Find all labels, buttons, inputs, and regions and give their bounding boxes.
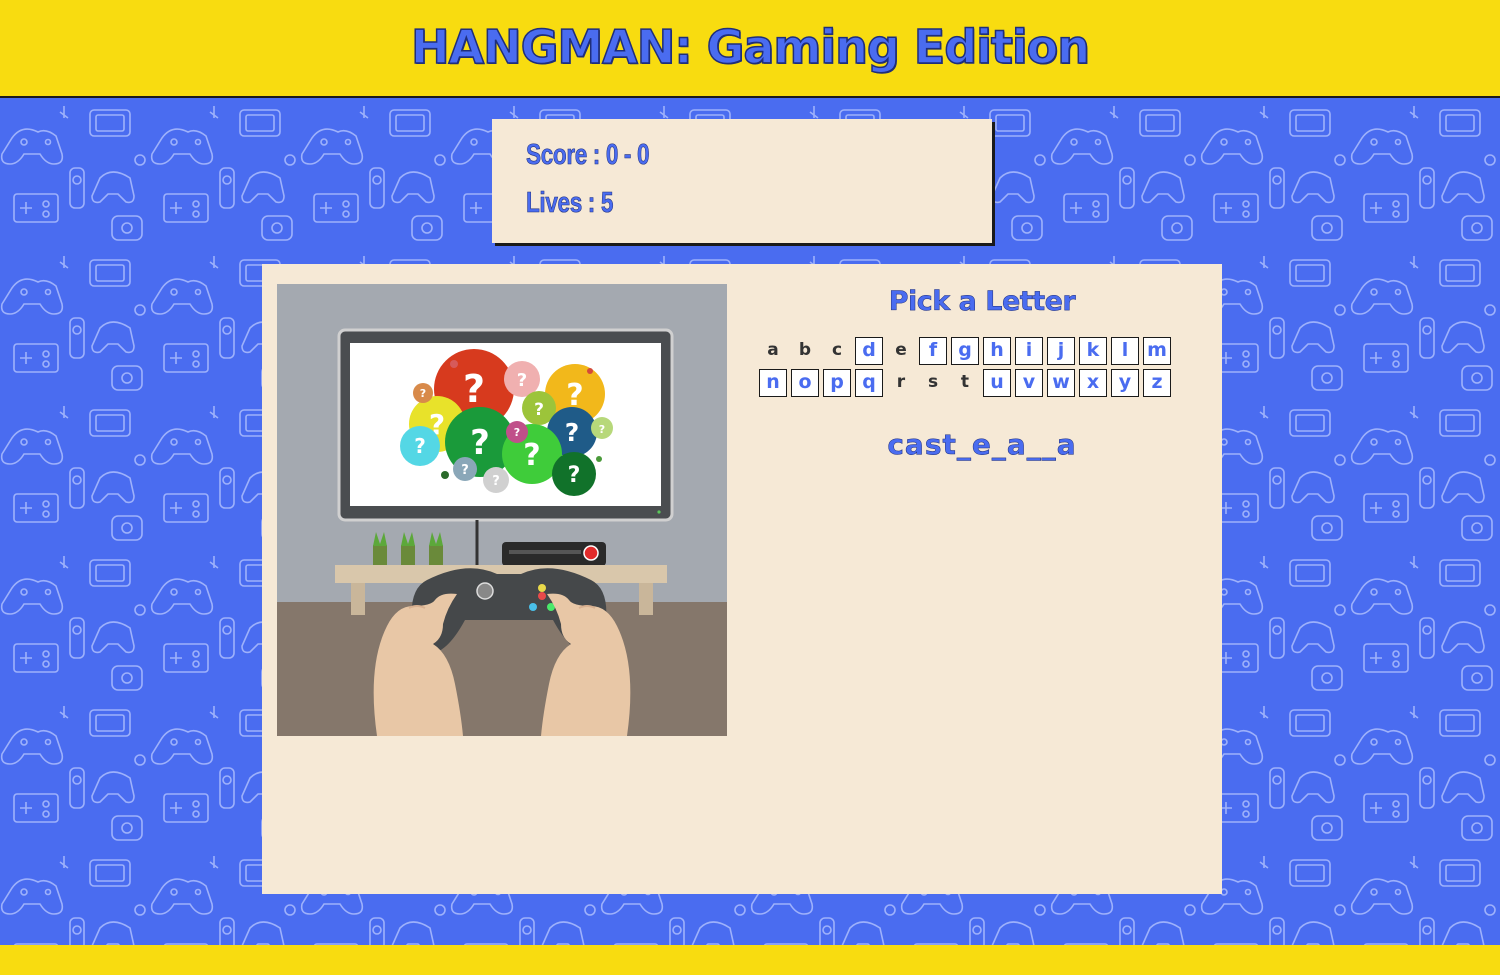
svg-text:?: ?	[514, 426, 520, 439]
page-title: HANGMAN: Gaming Edition	[410, 19, 1091, 75]
svg-text:?: ?	[534, 400, 544, 420]
score-panel: Score : 0 - 0 Lives : 5	[492, 119, 992, 243]
svg-text:?: ?	[420, 387, 426, 400]
svg-text:?: ?	[492, 474, 500, 489]
letter-button-s: s	[927, 372, 939, 392]
letter-button-o[interactable]: o	[791, 369, 819, 397]
game-panel: ? ? ? ? ? ? ? ? ? ? ? ? ? ? ? Pick a Let…	[262, 264, 1222, 894]
letter-button-v[interactable]: v	[1015, 369, 1043, 397]
letter-button-h[interactable]: h	[983, 337, 1011, 365]
letter-row-2: nopqr s tuvwxyz	[759, 369, 1175, 401]
svg-text:?: ?	[414, 434, 426, 458]
letter-button-t: t	[960, 372, 970, 392]
letter-button-u[interactable]: u	[983, 369, 1011, 397]
gamer-tv-illustration: ? ? ? ? ? ? ? ? ? ? ? ? ? ? ?	[277, 284, 727, 736]
svg-text:?: ?	[565, 418, 580, 447]
letter-button-r: r	[896, 372, 906, 392]
letter-picker: abcdefghijklm nopqr s tuvwxyz	[759, 337, 1175, 401]
hidden-word: cast_e_a__a	[887, 428, 1077, 462]
letter-row-1: abcdefghijklm	[759, 337, 1175, 369]
svg-text:?: ?	[523, 438, 540, 473]
letter-button-c: c	[831, 340, 843, 360]
svg-text:?: ?	[517, 370, 527, 391]
svg-text:?: ?	[599, 423, 605, 436]
letter-button-z[interactable]: z	[1143, 369, 1171, 397]
letter-button-d[interactable]: d	[855, 337, 883, 365]
letter-button-e: e	[895, 340, 907, 360]
letter-button-x[interactable]: x	[1079, 369, 1107, 397]
svg-text:?: ?	[470, 423, 490, 463]
letter-button-a: a	[767, 340, 779, 360]
letter-button-g[interactable]: g	[951, 337, 979, 365]
letter-button-i[interactable]: i	[1015, 337, 1043, 365]
svg-text:?: ?	[463, 367, 485, 411]
lives-text: Lives : 5	[526, 187, 614, 220]
letter-button-q[interactable]: q	[855, 369, 883, 397]
letter-button-l[interactable]: l	[1111, 337, 1139, 365]
letter-button-k[interactable]: k	[1079, 337, 1107, 365]
svg-text:?: ?	[461, 463, 469, 478]
letter-button-w[interactable]: w	[1047, 369, 1075, 397]
svg-text:?: ?	[568, 463, 581, 488]
footer-bar	[0, 945, 1500, 975]
letter-button-f[interactable]: f	[919, 337, 947, 365]
letter-button-b: b	[798, 340, 812, 360]
letter-button-y[interactable]: y	[1111, 369, 1139, 397]
letter-button-n[interactable]: n	[759, 369, 787, 397]
score-text: Score : 0 - 0	[526, 139, 650, 172]
letter-button-j[interactable]: j	[1047, 337, 1075, 365]
letter-button-p[interactable]: p	[823, 369, 851, 397]
letter-button-m[interactable]: m	[1143, 337, 1171, 365]
pick-letter-heading: Pick a Letter	[888, 286, 1076, 318]
header-bar: HANGMAN: Gaming Edition	[0, 0, 1500, 98]
